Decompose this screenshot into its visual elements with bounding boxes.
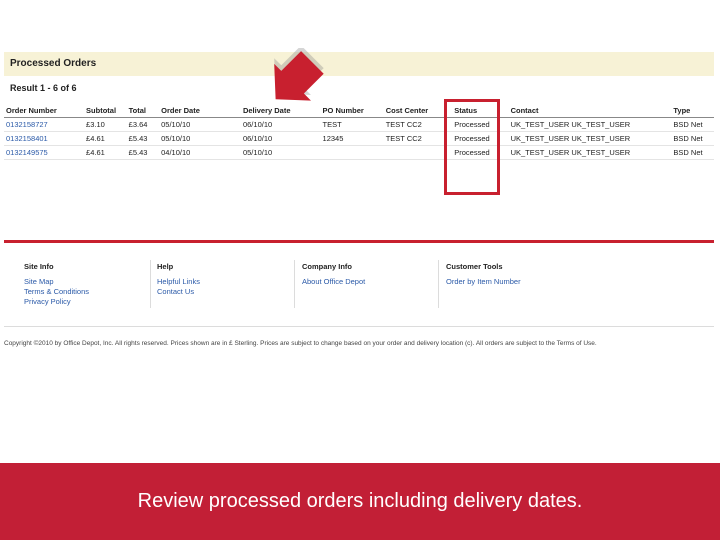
- delivery-date-cell: 06/10/10: [240, 117, 321, 132]
- footer-customer-tools: Customer Tools Order by Item Number: [446, 262, 521, 287]
- contact-cell: UK_TEST_USER UK_TEST_USER: [508, 117, 672, 132]
- footer-heading: Customer Tools: [446, 262, 503, 271]
- col-subtotal[interactable]: Subtotal: [84, 103, 127, 118]
- col-type[interactable]: Type: [671, 103, 714, 118]
- footer-site-info: Site Info Site Map Terms & Conditions Pr…: [24, 262, 89, 307]
- col-contact[interactable]: Contact: [508, 103, 672, 118]
- subtotal-cell: £4.61: [84, 145, 127, 160]
- table-row: 0132158727 £3.10 £3.64 05/10/10 06/10/10…: [4, 117, 714, 132]
- order-number-link[interactable]: 0132158401: [4, 131, 85, 146]
- po-number-cell: TEST: [320, 117, 384, 132]
- footer-help: Help Helpful Links Contact Us: [157, 262, 200, 297]
- po-number-cell: 12345: [320, 131, 384, 146]
- footer-column-divider: [150, 260, 151, 308]
- caption-text: Review processed orders including delive…: [137, 490, 583, 512]
- total-cell: £5.43: [126, 131, 160, 146]
- footer-column-divider: [294, 260, 295, 308]
- caption-banner: Review processed orders including delive…: [0, 463, 720, 540]
- table-header-row: Order Number Subtotal Total Order Date D…: [4, 103, 714, 118]
- delivery-date-cell: 05/10/10: [240, 145, 321, 160]
- po-number-cell: [320, 145, 384, 160]
- arrow-pointer-icon: [274, 48, 324, 101]
- order-number-link[interactable]: 0132149575: [4, 145, 85, 160]
- contact-cell: UK_TEST_USER UK_TEST_USER: [508, 131, 672, 146]
- table-row: 0132149575 £4.61 £5.43 04/10/10 05/10/10…: [4, 145, 714, 160]
- status-highlight-box: [444, 99, 500, 195]
- order-date-cell: 05/10/10: [159, 131, 241, 146]
- delivery-date-cell: 06/10/10: [240, 131, 321, 146]
- site-map-link[interactable]: Site Map: [24, 277, 89, 287]
- about-link[interactable]: About Office Depot: [302, 277, 365, 287]
- order-by-item-link[interactable]: Order by Item Number: [446, 277, 521, 287]
- table-row: 0132158401 £4.61 £5.43 05/10/10 06/10/10…: [4, 131, 714, 146]
- contact-cell: UK_TEST_USER UK_TEST_USER: [508, 145, 672, 160]
- col-total[interactable]: Total: [126, 103, 160, 118]
- terms-link[interactable]: Terms & Conditions: [24, 287, 89, 297]
- order-date-cell: 04/10/10: [159, 145, 241, 160]
- footer-divider-bar: [4, 240, 714, 243]
- order-date-cell: 05/10/10: [159, 117, 241, 132]
- type-cell: BSD Net: [671, 117, 714, 132]
- subtotal-cell: £4.61: [84, 131, 127, 146]
- orders-table: Order Number Subtotal Total Order Date D…: [4, 103, 714, 160]
- total-cell: £5.43: [126, 145, 160, 160]
- footer-heading: Help: [157, 262, 174, 271]
- col-delivery-date[interactable]: Delivery Date: [240, 103, 321, 118]
- slide: Processed Orders Result 1 - 6 of 6 Order…: [0, 0, 720, 540]
- privacy-link[interactable]: Privacy Policy: [24, 297, 89, 307]
- legal-divider: [4, 326, 714, 327]
- col-cost-center[interactable]: Cost Center: [383, 103, 453, 118]
- footer-company-info: Company Info About Office Depot: [302, 262, 365, 287]
- footer-column-divider: [438, 260, 439, 308]
- contact-us-link[interactable]: Contact Us: [157, 287, 200, 297]
- footer-heading: Site Info: [24, 262, 54, 271]
- panel-title: Processed Orders: [10, 58, 97, 69]
- col-po-number[interactable]: PO Number: [320, 103, 384, 118]
- col-order-date[interactable]: Order Date: [159, 103, 241, 118]
- total-cell: £3.64: [126, 117, 160, 132]
- type-cell: BSD Net: [671, 131, 714, 146]
- cost-center-cell: TEST CC2: [383, 117, 453, 132]
- subtotal-cell: £3.10: [84, 117, 127, 132]
- col-order-number[interactable]: Order Number: [4, 103, 85, 118]
- footer-heading: Company Info: [302, 262, 352, 271]
- processed-orders-header: Processed Orders: [4, 52, 714, 76]
- type-cell: BSD Net: [671, 145, 714, 160]
- cost-center-cell: [383, 145, 453, 160]
- helpful-links-link[interactable]: Helpful Links: [157, 277, 200, 287]
- order-number-link[interactable]: 0132158727: [4, 117, 85, 132]
- cost-center-cell: TEST CC2: [383, 131, 453, 146]
- result-count: Result 1 - 6 of 6: [10, 83, 77, 93]
- copyright-text: Copyright ©2010 by Office Depot, Inc. Al…: [4, 340, 597, 347]
